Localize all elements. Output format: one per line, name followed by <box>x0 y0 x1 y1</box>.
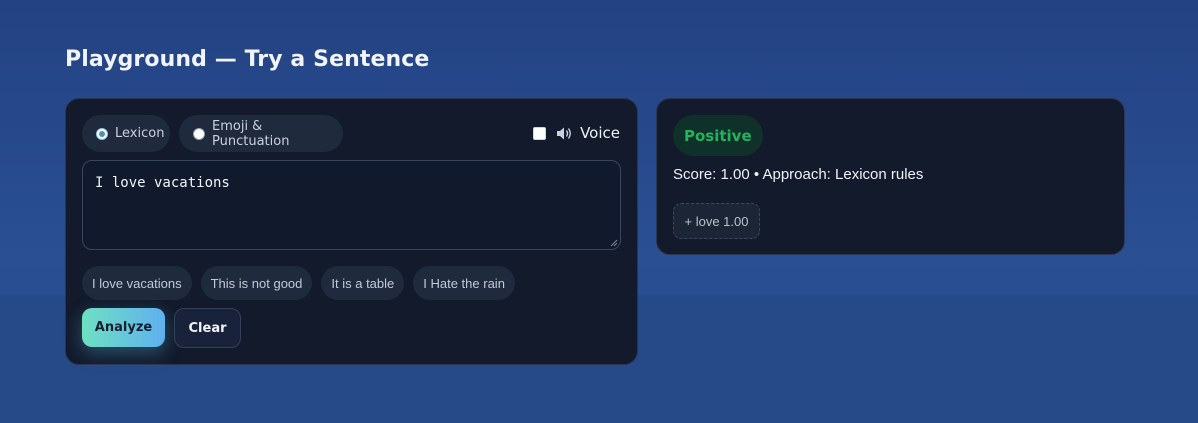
token-chip: + love 1.00 <box>673 203 760 239</box>
mode-label: Emoji & Punctuation <box>212 118 290 149</box>
voice-checkbox[interactable] <box>533 126 547 140</box>
speaker-icon <box>557 127 572 139</box>
clear-button[interactable]: Clear <box>174 308 241 348</box>
example-chip[interactable]: It is a table <box>321 266 405 300</box>
textarea-value: I love vacations <box>95 175 230 191</box>
mode-emoji-punctuation-option[interactable]: Emoji & Punctuation <box>179 115 343 152</box>
page-title: Playground — Try a Sentence <box>65 47 430 72</box>
example-chip[interactable]: I love vacations <box>82 266 192 300</box>
mode-lexicon-option[interactable]: Lexicon <box>82 115 170 152</box>
radio-selected-icon[interactable] <box>96 127 108 140</box>
result-panel: Positive Score: 1.00 • Approach: Lexicon… <box>656 98 1125 255</box>
resize-handle-icon[interactable] <box>610 239 618 247</box>
score-text: Score: 1.00 • Approach: Lexicon rules <box>673 166 924 183</box>
example-chip[interactable]: This is not good <box>200 266 313 300</box>
analyze-button[interactable]: Analyze <box>82 308 165 347</box>
example-chips: I love vacations This is not good It is … <box>82 266 515 300</box>
sentiment-badge: Positive <box>673 115 763 156</box>
radio-unselected-icon[interactable] <box>193 127 205 140</box>
input-panel: Lexicon Emoji & Punctuation Voice I love… <box>65 98 638 365</box>
voice-label: Voice <box>580 124 620 142</box>
example-chip[interactable]: I Hate the rain <box>413 266 515 300</box>
mode-label: Lexicon <box>115 126 165 141</box>
voice-toggle[interactable]: Voice <box>533 124 620 142</box>
sentence-textarea[interactable]: I love vacations <box>82 160 621 250</box>
